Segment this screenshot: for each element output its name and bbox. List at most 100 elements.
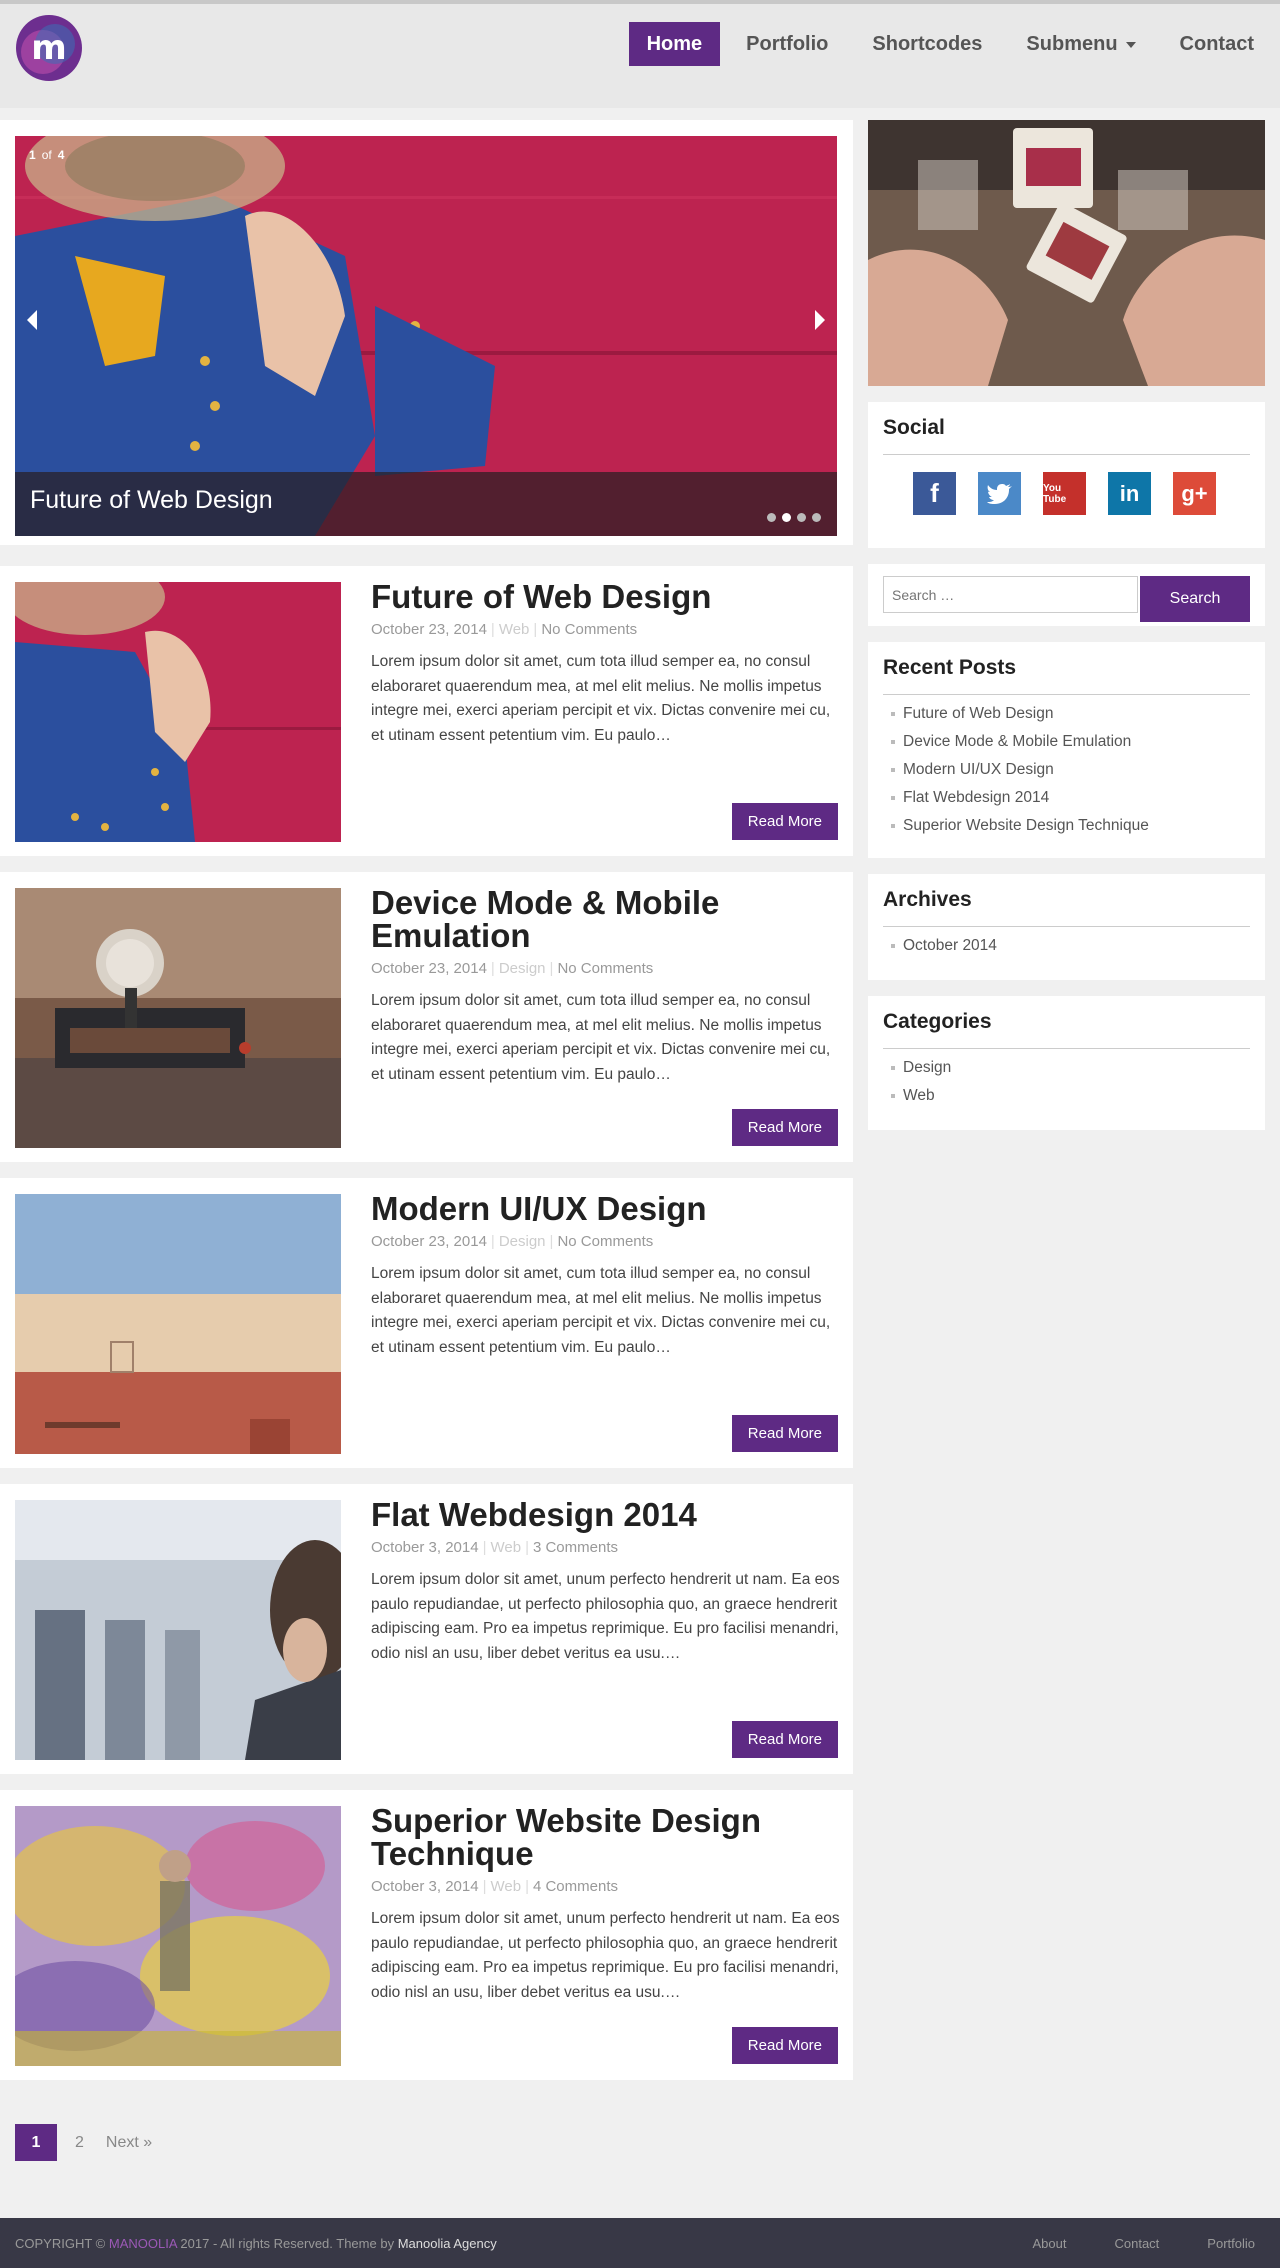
page-1-current[interactable]: 1 [15, 2124, 57, 2161]
footer-link-about[interactable]: About [1033, 2236, 1067, 2251]
post-body: Device Mode & Mobile Emulation October 2… [371, 886, 841, 1087]
recent-post-link[interactable]: Device Mode & Mobile Emulation [883, 728, 1149, 756]
slider-card: 1 of 4 Future of Web Design [0, 120, 853, 545]
category-link[interactable]: Design [883, 1054, 951, 1082]
post-card: Future of Web Design October 23, 2014 | We… [0, 566, 853, 856]
nav-submenu[interactable]: Submenu [1008, 22, 1153, 66]
nav-shortcodes[interactable]: Shortcodes [854, 22, 1000, 66]
categories-widget: Categories Design Web [868, 996, 1265, 1130]
read-more-button[interactable]: Read More [731, 803, 838, 840]
recent-post-link[interactable]: Superior Website Design Technique [883, 812, 1149, 840]
post-comments[interactable]: 3 Comments [533, 1539, 618, 1556]
facebook-icon[interactable]: f [913, 472, 956, 515]
slide-current: 1 [29, 148, 36, 162]
post-excerpt: Lorem ipsum dolor sit amet, unum perfect… [371, 1910, 840, 2001]
footer-link-contact[interactable]: Contact [1114, 2236, 1159, 2251]
post-excerpt: Lorem ipsum dolor sit amet, cum tota ill… [371, 1265, 831, 1356]
slider-next-arrow-icon[interactable] [815, 310, 825, 330]
post-body: Future of Web Design October 23, 2014 | We… [371, 580, 841, 748]
chevron-down-icon [1125, 41, 1136, 48]
next-page-link[interactable]: Next » [106, 2134, 152, 2152]
post-date[interactable]: October 3, 2014 [371, 1878, 479, 1895]
archive-link[interactable]: October 2014 [883, 932, 997, 960]
post-thumbnail[interactable] [15, 888, 341, 1148]
youtube-icon[interactable]: You Tube [1043, 472, 1086, 515]
social-icons: f You Tube in g+ [913, 472, 1238, 515]
slider-prev-arrow-icon[interactable] [27, 310, 37, 330]
read-more-button[interactable]: Read More [731, 1109, 838, 1146]
post-category[interactable]: Web [490, 1878, 521, 1895]
post-title[interactable]: Flat Webdesign 2014 [371, 1498, 841, 1531]
recent-posts-title: Recent Posts [883, 656, 1017, 679]
post-title[interactable]: Modern UI/UX Design [371, 1192, 841, 1225]
googleplus-icon[interactable]: g+ [1173, 472, 1216, 515]
post-date[interactable]: October 23, 2014 [371, 960, 487, 977]
page-2-link[interactable]: 2 [75, 2134, 84, 2152]
recent-post-link[interactable]: Flat Webdesign 2014 [883, 784, 1149, 812]
recent-posts-list: Future of Web Design Device Mode & Mobil… [883, 700, 1149, 840]
slide-caption-bar: Future of Web Design [15, 472, 837, 536]
post-date[interactable]: October 23, 2014 [371, 1233, 487, 1250]
nav-portfolio[interactable]: Portfolio [728, 22, 846, 66]
search-button[interactable]: Search [1140, 576, 1250, 622]
search-widget: Search [868, 564, 1265, 626]
brand-link[interactable]: MANOOLIA [109, 2236, 177, 2251]
recent-posts-widget: Recent Posts Future of Web Design Device… [868, 642, 1265, 858]
categories-list: Design Web [883, 1054, 951, 1110]
read-more-button[interactable]: Read More [731, 1415, 838, 1452]
categories-title: Categories [883, 1010, 992, 1033]
post-date[interactable]: October 23, 2014 [371, 621, 487, 638]
post-card: Device Mode & Mobile Emulation October 2… [0, 872, 853, 1162]
site-footer: COPYRIGHT © MANOOLIA 2017 - All rights R… [0, 2218, 1280, 2268]
slide-caption[interactable]: Future of Web Design [30, 486, 273, 515]
nav-contact[interactable]: Contact [1162, 22, 1272, 66]
main-nav: Home Portfolio Shortcodes Submenu Contac… [621, 22, 1272, 66]
post-thumbnail[interactable] [15, 1194, 341, 1454]
site-logo[interactable]: m [15, 14, 83, 82]
post-body: Flat Webdesign 2014 October 3, 2014 | Web |… [371, 1498, 841, 1666]
post-date[interactable]: October 3, 2014 [371, 1539, 479, 1556]
post-category[interactable]: Web [499, 621, 530, 638]
nav-home[interactable]: Home [628, 22, 721, 66]
post-body: Superior Website Design Technique Octobe… [371, 1804, 841, 2005]
post-category[interactable]: Web [490, 1539, 521, 1556]
slider-dot[interactable] [767, 513, 776, 522]
post-comments[interactable]: No Comments [557, 960, 653, 977]
footer-link-portfolio[interactable]: Portfolio [1207, 2236, 1255, 2251]
post-comments[interactable]: No Comments [541, 621, 637, 638]
svg-text:m: m [31, 28, 66, 68]
search-input[interactable] [883, 576, 1138, 613]
post-title[interactable]: Device Mode & Mobile Emulation [371, 886, 841, 952]
twitter-icon[interactable] [978, 472, 1021, 515]
slider-dot-active[interactable] [782, 513, 791, 522]
copyright-suffix: 2017 - All rights Reserved. Theme by [180, 2236, 395, 2251]
hero-slider[interactable]: 1 of 4 Future of Web Design [15, 136, 837, 536]
post-meta: October 3, 2014 | Web | 4 Comments [371, 1878, 618, 1895]
post-meta: October 3, 2014 | Web | 3 Comments [371, 1539, 618, 1556]
category-link[interactable]: Web [883, 1082, 951, 1110]
slider-dot[interactable] [812, 513, 821, 522]
read-more-button[interactable]: Read More [731, 2027, 838, 2064]
post-comments[interactable]: 4 Comments [533, 1878, 618, 1895]
recent-post-link[interactable]: Future of Web Design [883, 700, 1149, 728]
slider-dot[interactable] [797, 513, 806, 522]
post-body: Modern UI/UX Design October 23, 2014 | Des… [371, 1192, 841, 1360]
post-excerpt: Lorem ipsum dolor sit amet, cum tota ill… [371, 992, 831, 1083]
post-meta: October 23, 2014 | Design | No Comments [371, 1233, 654, 1250]
post-category[interactable]: Design [499, 960, 546, 977]
post-category[interactable]: Design [499, 1233, 546, 1250]
linkedin-icon[interactable]: in [1108, 472, 1151, 515]
slide-total: 4 [57, 148, 65, 162]
sidebar-featured-image[interactable] [868, 120, 1265, 386]
post-comments[interactable]: No Comments [557, 1233, 653, 1250]
post-title[interactable]: Superior Website Design Technique [371, 1804, 841, 1870]
post-title[interactable]: Future of Web Design [371, 580, 841, 613]
recent-post-link[interactable]: Modern UI/UX Design [883, 756, 1149, 784]
read-more-button[interactable]: Read More [731, 1721, 838, 1758]
footer-nav: About Contact Portfolio [985, 2236, 1256, 2251]
post-thumbnail[interactable] [15, 1806, 341, 2066]
post-thumbnail[interactable] [15, 582, 341, 842]
agency-link[interactable]: Manoolia Agency [398, 2236, 497, 2251]
post-thumbnail[interactable] [15, 1500, 341, 1760]
archives-widget: Archives October 2014 [868, 874, 1265, 980]
